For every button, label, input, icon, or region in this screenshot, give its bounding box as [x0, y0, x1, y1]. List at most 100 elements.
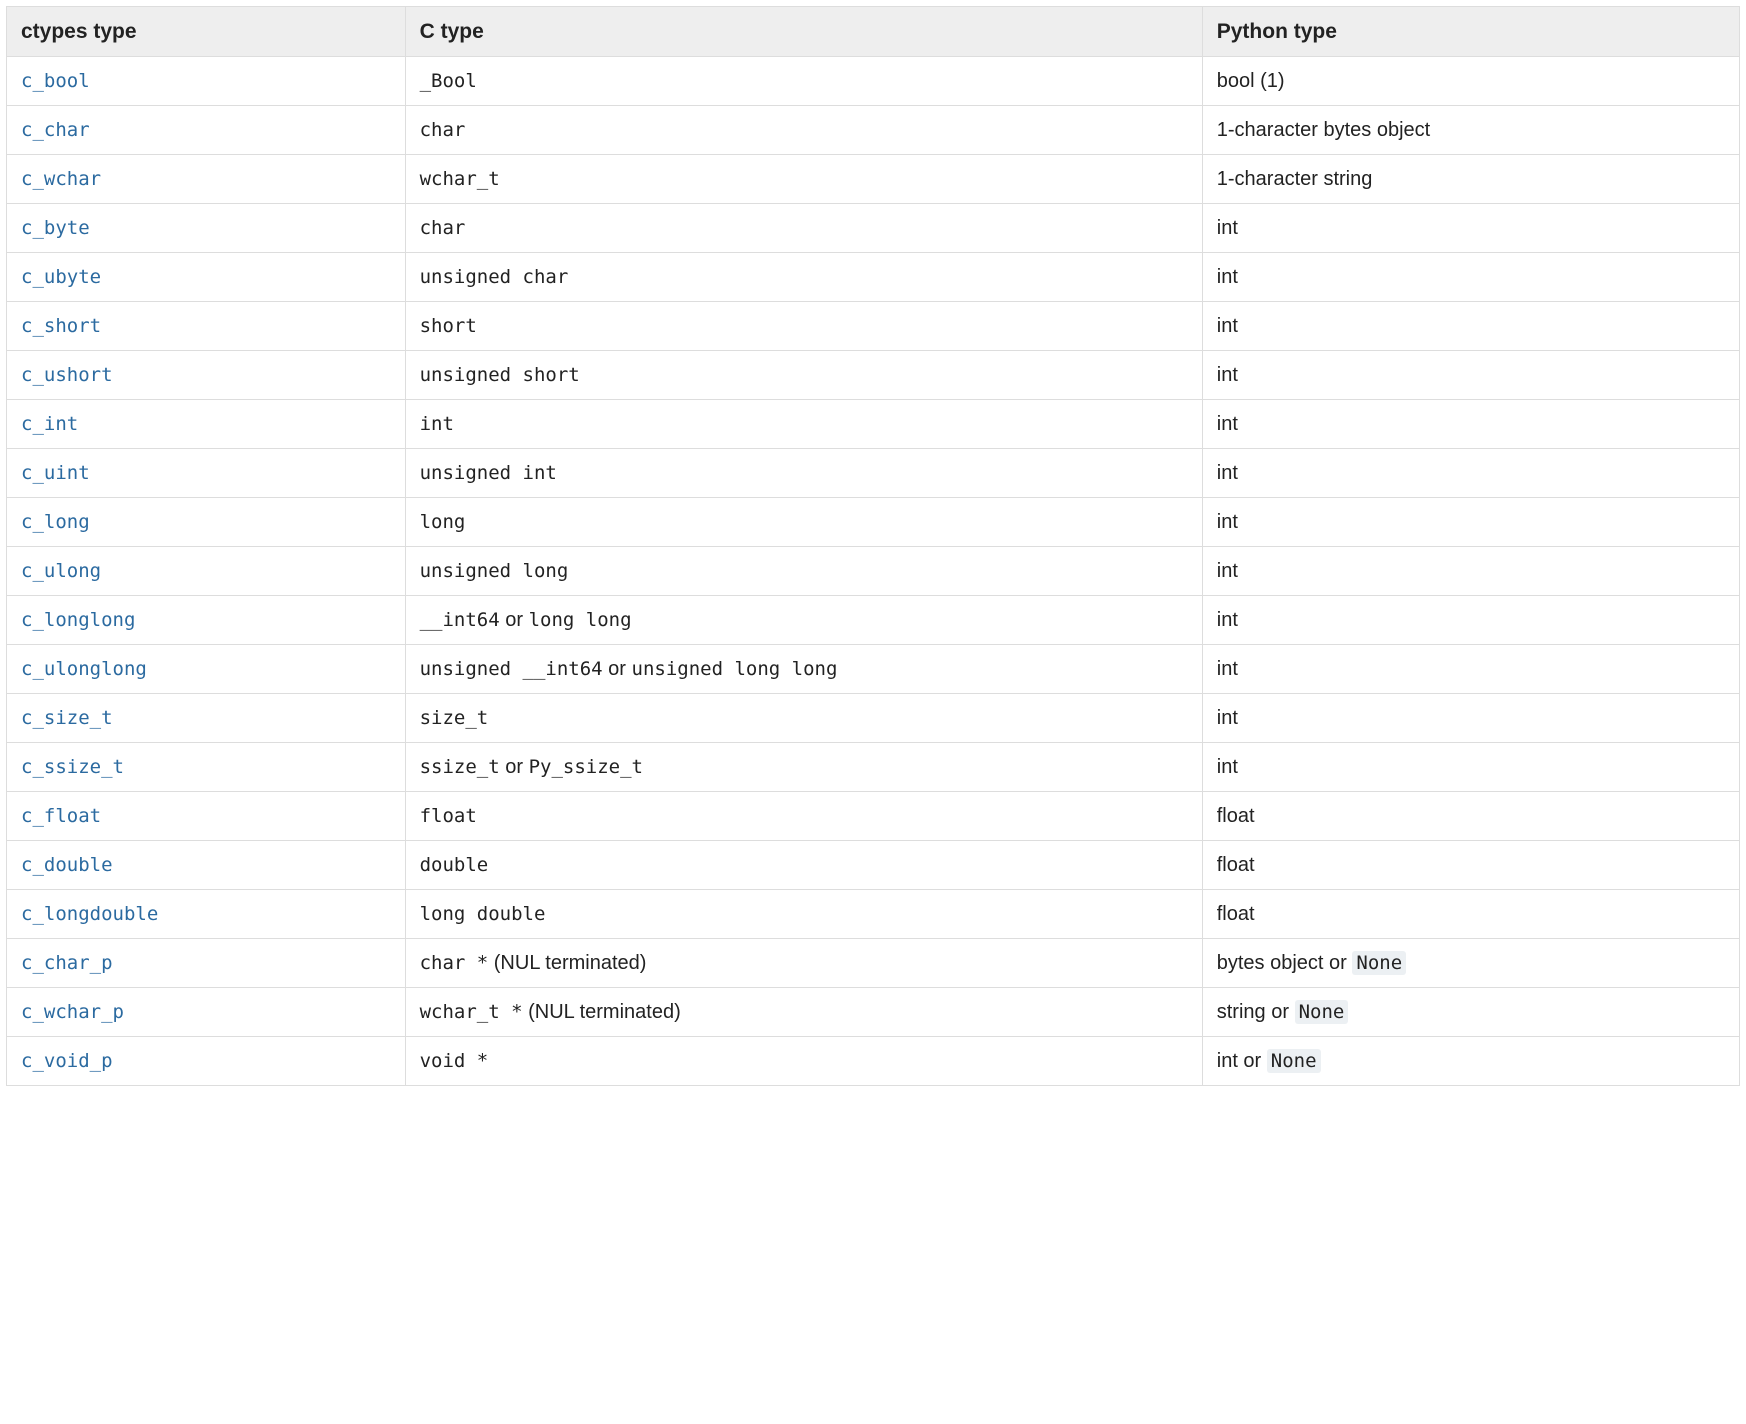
cell-python-type: bool (1) [1202, 57, 1739, 106]
ctypes-type-link[interactable]: c_longlong [21, 609, 135, 631]
cell-c-type: int [405, 400, 1202, 449]
ctypes-type-link[interactable]: c_char [21, 119, 90, 141]
ctypes-type-link[interactable]: c_longdouble [21, 903, 158, 925]
cell-c-type: wchar_t * (NUL terminated) [405, 988, 1202, 1037]
cell-c-type: size_t [405, 694, 1202, 743]
cell-ctypes-type: c_bool [7, 57, 406, 106]
ctypes-type-link[interactable]: c_void_p [21, 1050, 113, 1072]
cell-python-type: float [1202, 890, 1739, 939]
cell-ctypes-type: c_longlong [7, 596, 406, 645]
cell-python-type: int [1202, 596, 1739, 645]
cell-python-type: 1-character string [1202, 155, 1739, 204]
ctypes-type-link[interactable]: c_char_p [21, 952, 113, 974]
ctypes-type-link[interactable]: c_long [21, 511, 90, 533]
cell-ctypes-type: c_double [7, 841, 406, 890]
cell-python-type: int [1202, 204, 1739, 253]
cell-python-type: bytes object or None [1202, 939, 1739, 988]
ctypes-type-link[interactable]: c_ssize_t [21, 756, 124, 778]
cell-ctypes-type: c_long [7, 498, 406, 547]
cell-c-type: unsigned int [405, 449, 1202, 498]
header-c-type: C type [405, 7, 1202, 57]
ctypes-type-link[interactable]: c_bool [21, 70, 90, 92]
cell-ctypes-type: c_int [7, 400, 406, 449]
table-row: c_float floatfloat [7, 792, 1740, 841]
ctypes-type-link[interactable]: c_wchar [21, 168, 101, 190]
table-row: c_uint unsigned intint [7, 449, 1740, 498]
header-ctypes-type: ctypes type [7, 7, 406, 57]
cell-python-type: string or None [1202, 988, 1739, 1037]
header-python-type: Python type [1202, 7, 1739, 57]
ctypes-type-link[interactable]: c_wchar_p [21, 1001, 124, 1023]
ctypes-type-link[interactable]: c_short [21, 315, 101, 337]
table-row: c_ulonglongunsigned __int64 or unsigned … [7, 645, 1740, 694]
cell-ctypes-type: c_wchar [7, 155, 406, 204]
cell-python-type: int [1202, 253, 1739, 302]
cell-ctypes-type: c_ushort [7, 351, 406, 400]
ctypes-type-link[interactable]: c_ushort [21, 364, 113, 386]
cell-python-type: int [1202, 400, 1739, 449]
cell-ctypes-type: c_ssize_t [7, 743, 406, 792]
cell-c-type: char * (NUL terminated) [405, 939, 1202, 988]
ctypes-type-link[interactable]: c_ulonglong [21, 658, 147, 680]
cell-ctypes-type: c_byte [7, 204, 406, 253]
cell-python-type: int [1202, 302, 1739, 351]
cell-ctypes-type: c_short [7, 302, 406, 351]
table-row: c_long longint [7, 498, 1740, 547]
table-row: c_longlong__int64 or long longint [7, 596, 1740, 645]
cell-c-type: unsigned char [405, 253, 1202, 302]
cell-c-type: char [405, 106, 1202, 155]
cell-c-type: short [405, 302, 1202, 351]
table-row: c_bytecharint [7, 204, 1740, 253]
cell-python-type: 1-character bytes object [1202, 106, 1739, 155]
ctypes-type-link[interactable]: c_byte [21, 217, 90, 239]
cell-c-type: unsigned short [405, 351, 1202, 400]
table-row: c_ubyte unsigned charint [7, 253, 1740, 302]
ctypes-type-link[interactable]: c_float [21, 805, 101, 827]
table-row: c_void_pvoid *int or None [7, 1037, 1740, 1086]
ctypes-type-link[interactable]: c_double [21, 854, 113, 876]
table-row: c_bool _Boolbool (1) [7, 57, 1740, 106]
cell-c-type: unsigned long [405, 547, 1202, 596]
cell-python-type: int [1202, 449, 1739, 498]
ctypes-type-link[interactable]: c_uint [21, 462, 90, 484]
table-row: c_double doublefloat [7, 841, 1740, 890]
cell-c-type: wchar_t [405, 155, 1202, 204]
cell-python-type: float [1202, 792, 1739, 841]
cell-python-type: int [1202, 498, 1739, 547]
table-row: c_char char1-character bytes object [7, 106, 1740, 155]
cell-c-type: long double [405, 890, 1202, 939]
table-row: c_wchar wchar_t1-character string [7, 155, 1740, 204]
ctypes-type-link[interactable]: c_int [21, 413, 78, 435]
cell-ctypes-type: c_ubyte [7, 253, 406, 302]
ctypes-type-mapping-table: ctypes type C type Python type c_bool _Bo… [6, 6, 1740, 1086]
cell-ctypes-type: c_float [7, 792, 406, 841]
table-row: c_size_t size_tint [7, 694, 1740, 743]
cell-ctypes-type: c_char [7, 106, 406, 155]
table-row: c_ulong unsigned longint [7, 547, 1740, 596]
cell-ctypes-type: c_size_t [7, 694, 406, 743]
cell-c-type: double [405, 841, 1202, 890]
cell-ctypes-type: c_void_p [7, 1037, 406, 1086]
cell-c-type: float [405, 792, 1202, 841]
cell-ctypes-type: c_wchar_p [7, 988, 406, 1037]
table-row: c_ssize_tssize_t or Py_ssize_tint [7, 743, 1740, 792]
cell-c-type: _Bool [405, 57, 1202, 106]
cell-ctypes-type: c_uint [7, 449, 406, 498]
cell-python-type: int [1202, 743, 1739, 792]
cell-python-type: float [1202, 841, 1739, 890]
cell-ctypes-type: c_longdouble [7, 890, 406, 939]
table-row: c_wchar_p wchar_t * (NUL terminated)strin… [7, 988, 1740, 1037]
cell-python-type: int [1202, 547, 1739, 596]
ctypes-type-link[interactable]: c_size_t [21, 707, 113, 729]
cell-python-type: int [1202, 694, 1739, 743]
cell-python-type: int [1202, 351, 1739, 400]
ctypes-type-link[interactable]: c_ubyte [21, 266, 101, 288]
ctypes-type-link[interactable]: c_ulong [21, 560, 101, 582]
table-row: c_int intint [7, 400, 1740, 449]
cell-c-type: long [405, 498, 1202, 547]
cell-ctypes-type: c_ulonglong [7, 645, 406, 694]
table-row: c_short shortint [7, 302, 1740, 351]
cell-python-type: int [1202, 645, 1739, 694]
table-header-row: ctypes type C type Python type [7, 7, 1740, 57]
cell-ctypes-type: c_ulong [7, 547, 406, 596]
